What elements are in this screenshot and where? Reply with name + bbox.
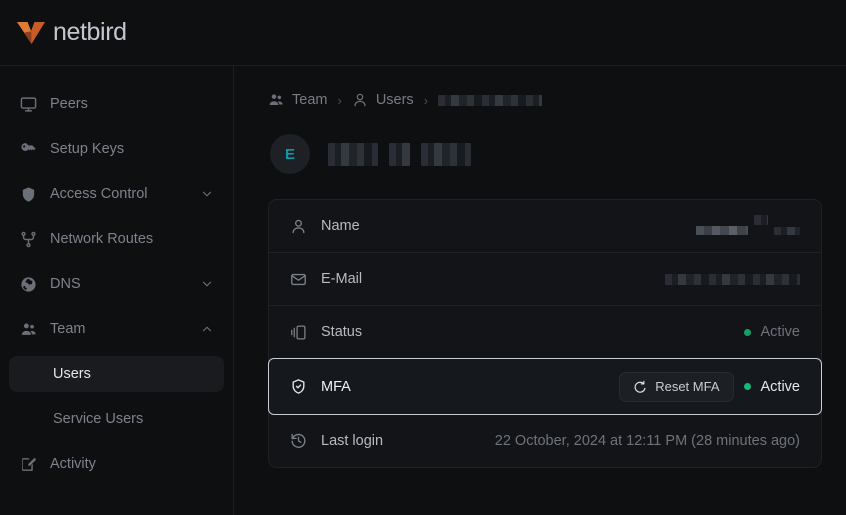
activity-edit-icon bbox=[20, 456, 37, 473]
sidebar-item-peers[interactable]: Peers bbox=[9, 86, 224, 122]
brand-name: netbird bbox=[53, 18, 127, 46]
redaction-block bbox=[389, 142, 410, 166]
key-icon bbox=[20, 141, 37, 158]
globe-icon bbox=[20, 276, 37, 293]
sidebar-item-label: Setup Keys bbox=[50, 141, 125, 157]
redaction-block bbox=[754, 215, 768, 225]
redaction-block bbox=[328, 142, 378, 166]
sidebar-item-network-routes[interactable]: Network Routes bbox=[9, 221, 224, 257]
contrast-icon bbox=[290, 324, 307, 341]
sidebar-item-dns[interactable]: DNS bbox=[9, 266, 224, 302]
user-display-name-redacted bbox=[328, 142, 471, 166]
breadcrumb-item-users[interactable]: Users bbox=[352, 92, 414, 108]
users-icon bbox=[268, 92, 284, 108]
redaction-block bbox=[421, 142, 471, 166]
last-login-value: 22 October, 2024 at 12:11 PM (28 minutes… bbox=[494, 432, 800, 449]
sidebar-item-label: Users bbox=[53, 366, 91, 382]
sidebar-item-label: Service Users bbox=[53, 411, 144, 427]
detail-row-last-login: Last login 22 October, 2024 at 12:11 PM … bbox=[269, 414, 821, 467]
person-icon bbox=[352, 92, 368, 108]
detail-row-email: E-Mail bbox=[269, 253, 821, 306]
status-dot bbox=[743, 383, 751, 390]
app-root: netbird Peers Setup Keys Access Control … bbox=[0, 0, 846, 515]
reset-mfa-button[interactable]: Reset MFA bbox=[619, 371, 734, 402]
sidebar-item-label: Peers bbox=[50, 96, 88, 112]
sidebar: Peers Setup Keys Access Control Network … bbox=[0, 66, 234, 515]
chevron-down-icon[interactable] bbox=[200, 277, 214, 291]
shield-check-icon bbox=[290, 378, 307, 395]
sidebar-item-label: Team bbox=[50, 321, 86, 337]
sidebar-item-service-users[interactable]: Service Users bbox=[9, 401, 224, 437]
netbird-logo-icon bbox=[16, 20, 46, 46]
status-dot bbox=[743, 328, 751, 336]
detail-label: Name bbox=[321, 218, 360, 234]
reset-mfa-button-label: Reset MFA bbox=[655, 379, 720, 394]
breadcrumb-separator: › bbox=[423, 92, 429, 108]
redaction-block bbox=[774, 227, 800, 235]
detail-row-mfa[interactable]: MFA Reset MFA Active bbox=[268, 358, 822, 415]
top-bar: netbird bbox=[0, 0, 846, 66]
detail-value bbox=[665, 273, 800, 285]
detail-row-status: Status Active bbox=[269, 306, 821, 359]
sidebar-item-setup-keys[interactable]: Setup Keys bbox=[9, 131, 224, 167]
monitor-icon bbox=[20, 96, 37, 113]
breadcrumb-item-user-redacted[interactable] bbox=[438, 94, 543, 106]
email-value-redacted bbox=[665, 273, 800, 285]
avatar: E bbox=[270, 134, 310, 174]
brand-logo[interactable]: netbird bbox=[16, 18, 127, 47]
envelope-icon bbox=[290, 271, 307, 288]
sidebar-item-label: Activity bbox=[50, 456, 96, 472]
sidebar-item-label: Network Routes bbox=[50, 231, 154, 247]
chevron-up-icon[interactable] bbox=[200, 322, 214, 336]
detail-label: Status bbox=[321, 324, 363, 340]
status-badge: Active bbox=[760, 324, 801, 340]
refresh-ccw-icon bbox=[633, 380, 647, 394]
sidebar-item-users[interactable]: Users bbox=[9, 356, 224, 392]
detail-label: MFA bbox=[321, 378, 351, 395]
status-badge: Active bbox=[760, 378, 801, 395]
user-header: E bbox=[268, 134, 822, 174]
app-body: Peers Setup Keys Access Control Network … bbox=[0, 66, 846, 515]
history-icon bbox=[290, 432, 307, 449]
breadcrumb-label: Users bbox=[375, 92, 414, 108]
shield-icon bbox=[20, 186, 37, 203]
detail-value bbox=[696, 215, 800, 237]
sidebar-item-access-control[interactable]: Access Control bbox=[9, 176, 224, 212]
detail-label: E-Mail bbox=[321, 271, 363, 287]
network-routes-icon bbox=[20, 231, 37, 248]
person-icon bbox=[290, 218, 307, 235]
detail-value: Reset MFA Active bbox=[619, 371, 801, 402]
breadcrumb-item-team[interactable]: Team bbox=[268, 92, 327, 108]
breadcrumb: Team › Users › bbox=[268, 90, 822, 110]
sidebar-item-label: DNS bbox=[50, 276, 81, 292]
detail-label: Last login bbox=[321, 432, 384, 449]
breadcrumb-label: Team bbox=[292, 92, 328, 108]
main-content: Team › Users › E Name E-Mail Status Acti… bbox=[234, 66, 846, 515]
chevron-down-icon[interactable] bbox=[200, 187, 214, 201]
sidebar-item-activity[interactable]: Activity bbox=[9, 446, 224, 482]
sidebar-item-team[interactable]: Team bbox=[9, 311, 224, 347]
sidebar-item-label: Access Control bbox=[50, 186, 148, 202]
detail-row-name: Name bbox=[269, 200, 821, 253]
user-details-card: Name E-Mail Status Active MFA Reset MFA … bbox=[268, 199, 822, 468]
users-icon bbox=[20, 321, 37, 338]
detail-value: Active bbox=[743, 324, 801, 340]
breadcrumb-separator: › bbox=[337, 92, 342, 108]
name-value-redacted bbox=[696, 215, 800, 237]
redaction-block bbox=[696, 226, 748, 235]
